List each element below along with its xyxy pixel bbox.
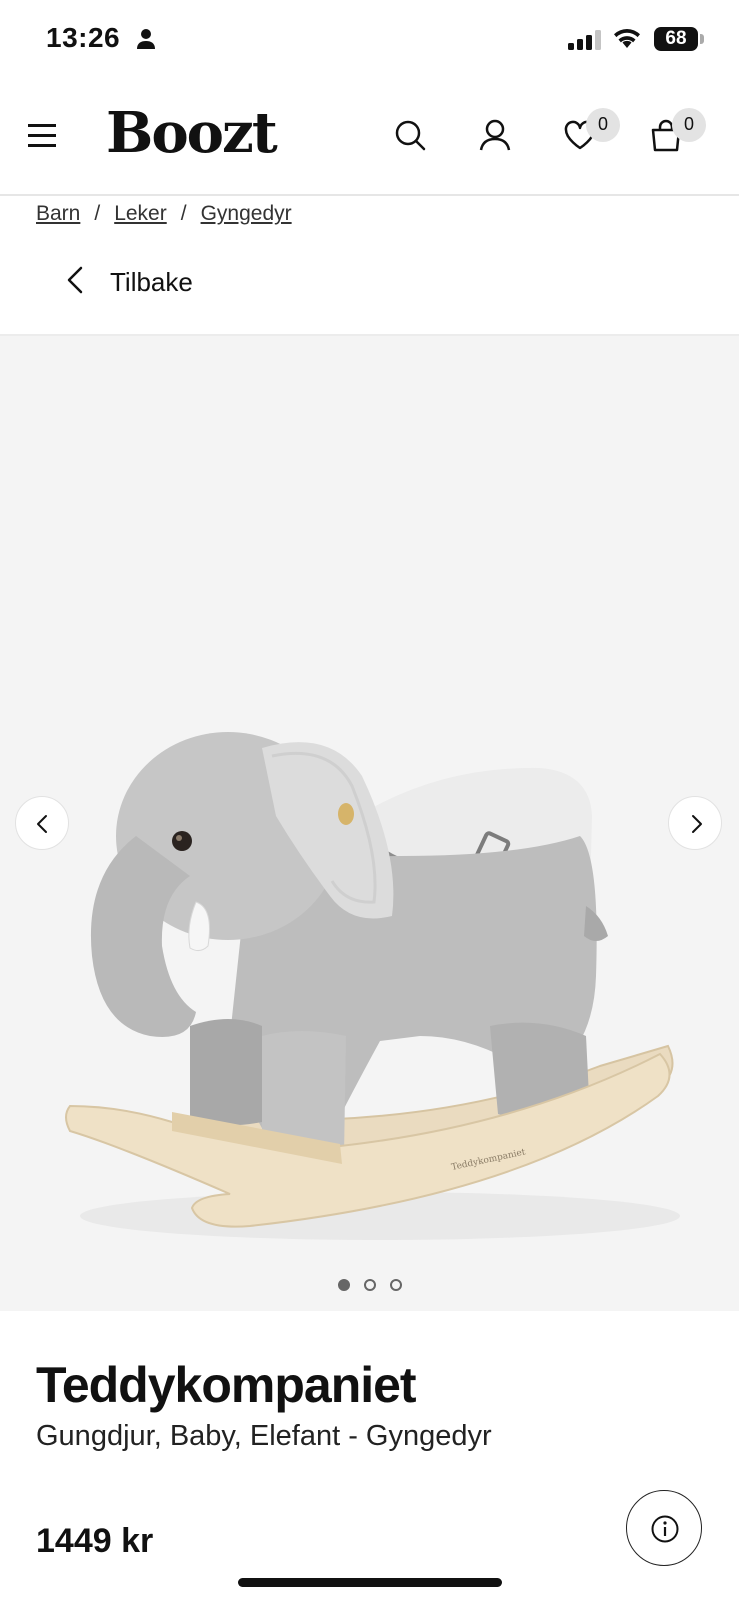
previous-image-button[interactable]	[15, 796, 69, 850]
gallery-dot[interactable]	[363, 1279, 376, 1291]
product-price: 1449 kr	[36, 1522, 154, 1560]
breadcrumb-item-barn[interactable]: Barn	[36, 202, 80, 225]
search-icon[interactable]	[393, 118, 427, 152]
product-image-gallery[interactable]: Teddykompaniet	[0, 336, 739, 1311]
wifi-icon	[612, 27, 642, 54]
home-indicator	[238, 1578, 502, 1587]
breadcrumb-item-leker[interactable]: Leker	[114, 202, 167, 225]
person-icon	[136, 28, 156, 55]
product-image-rocking-elephant: Teddykompaniet	[65, 732, 680, 1240]
chevron-left-icon	[64, 265, 86, 300]
signal-icon	[568, 30, 602, 55]
gallery-dot[interactable]	[389, 1279, 402, 1291]
breadcrumb: Barn / Leker / Gyngedyr	[36, 202, 292, 226]
site-header: Boozt 0 0	[0, 88, 739, 196]
gallery-dot[interactable]	[337, 1279, 350, 1291]
back-button[interactable]: Tilbake	[64, 262, 193, 302]
status-bar: 13:26 68	[0, 0, 739, 80]
menu-icon[interactable]	[28, 124, 58, 148]
breadcrumb-item-gyngedyr[interactable]: Gyngedyr	[201, 202, 292, 225]
user-icon[interactable]	[478, 118, 512, 152]
info-icon	[651, 1515, 679, 1543]
gallery-pagination	[0, 1279, 739, 1291]
boozt-logo[interactable]: Boozt	[106, 100, 278, 166]
info-button[interactable]	[626, 1490, 702, 1566]
product-name: Gungdjur, Baby, Elefant - Gyngedyr	[36, 1420, 492, 1452]
back-label: Tilbake	[110, 266, 193, 297]
product-brand[interactable]: Teddykompaniet	[36, 1356, 417, 1414]
breadcrumb-separator: /	[94, 202, 101, 225]
wishlist-count-badge: 0	[586, 108, 620, 142]
chevron-right-icon	[692, 815, 702, 833]
battery-cap	[700, 34, 704, 44]
breadcrumb-separator: /	[180, 202, 187, 225]
chevron-left-icon	[37, 815, 47, 833]
battery-icon: 68	[654, 27, 698, 51]
next-image-button[interactable]	[668, 796, 722, 850]
cart-count-badge: 0	[672, 108, 706, 142]
status-time: 13:26	[46, 22, 121, 53]
